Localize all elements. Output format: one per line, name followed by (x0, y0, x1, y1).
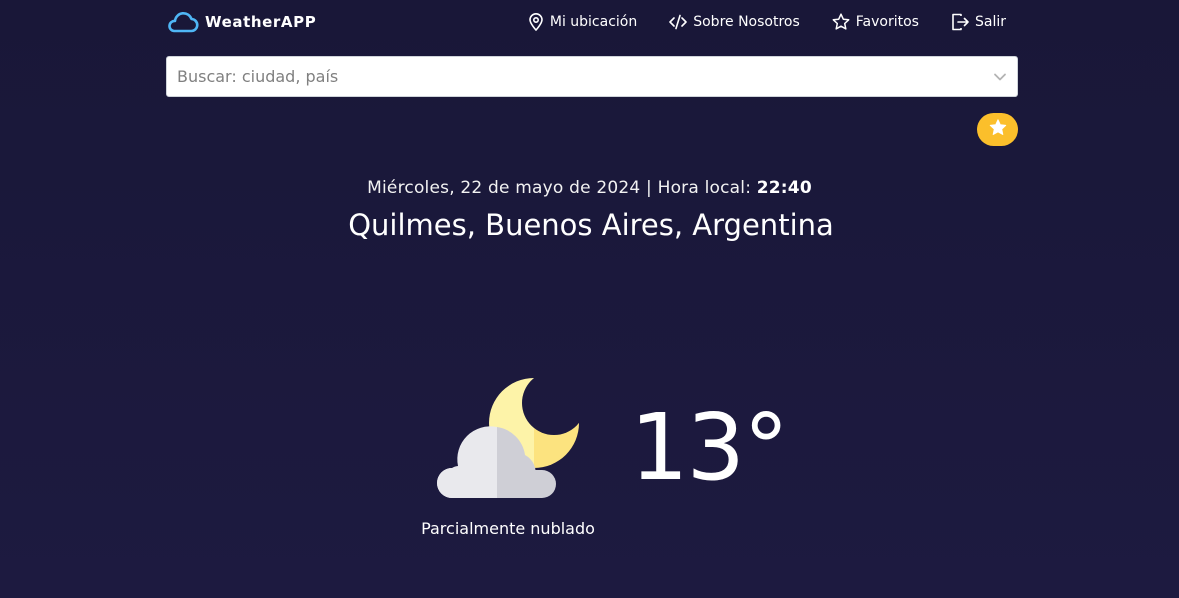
location-title: Quilmes, Buenos Aires, Argentina (348, 208, 834, 242)
date-time-line: Miércoles, 22 de mayo de 2024 | Hora loc… (0, 178, 1179, 198)
nav-item-label: Salir (974, 14, 1006, 30)
map-pin-icon (528, 13, 544, 31)
partly-cloudy-night-icon (432, 378, 582, 507)
navbar: WeatherAPP Mi ubicación Sobre Nosotros F… (166, 0, 1018, 44)
nav-item-label: Sobre Nosotros (693, 14, 800, 30)
local-time: 22:40 (756, 178, 812, 198)
date-text: Miércoles, 22 de mayo de 2024 | Hora loc… (367, 178, 757, 198)
nav-item-salir[interactable]: Salir (951, 13, 1006, 31)
logout-icon (951, 13, 969, 31)
nav-links: Mi ubicación Sobre Nosotros Favoritos Sa… (528, 13, 1006, 31)
nav-item-favoritos[interactable]: Favoritos (832, 13, 919, 31)
search-input[interactable] (177, 67, 993, 86)
nav-item-label: Mi ubicación (549, 14, 638, 30)
star-icon (832, 13, 850, 31)
code-icon (669, 14, 688, 30)
brand[interactable]: WeatherAPP (166, 10, 316, 34)
nav-item-mi-ubicacion[interactable]: Mi ubicación (528, 13, 637, 31)
nav-item-sobre-nosotros[interactable]: Sobre Nosotros (669, 14, 800, 30)
brand-name: WeatherAPP (205, 13, 317, 31)
nav-item-label: Favoritos (855, 14, 919, 30)
cloud-icon (166, 10, 199, 34)
add-favorite-button[interactable] (977, 113, 1018, 146)
star-icon (989, 119, 1007, 140)
temperature: 13° (630, 394, 789, 501)
chevron-down-icon[interactable] (993, 72, 1007, 82)
search-box[interactable] (166, 56, 1018, 97)
weather-page: WeatherAPP Mi ubicación Sobre Nosotros F… (0, 0, 1179, 598)
weather-condition: Parcialmente nublado (421, 519, 595, 538)
